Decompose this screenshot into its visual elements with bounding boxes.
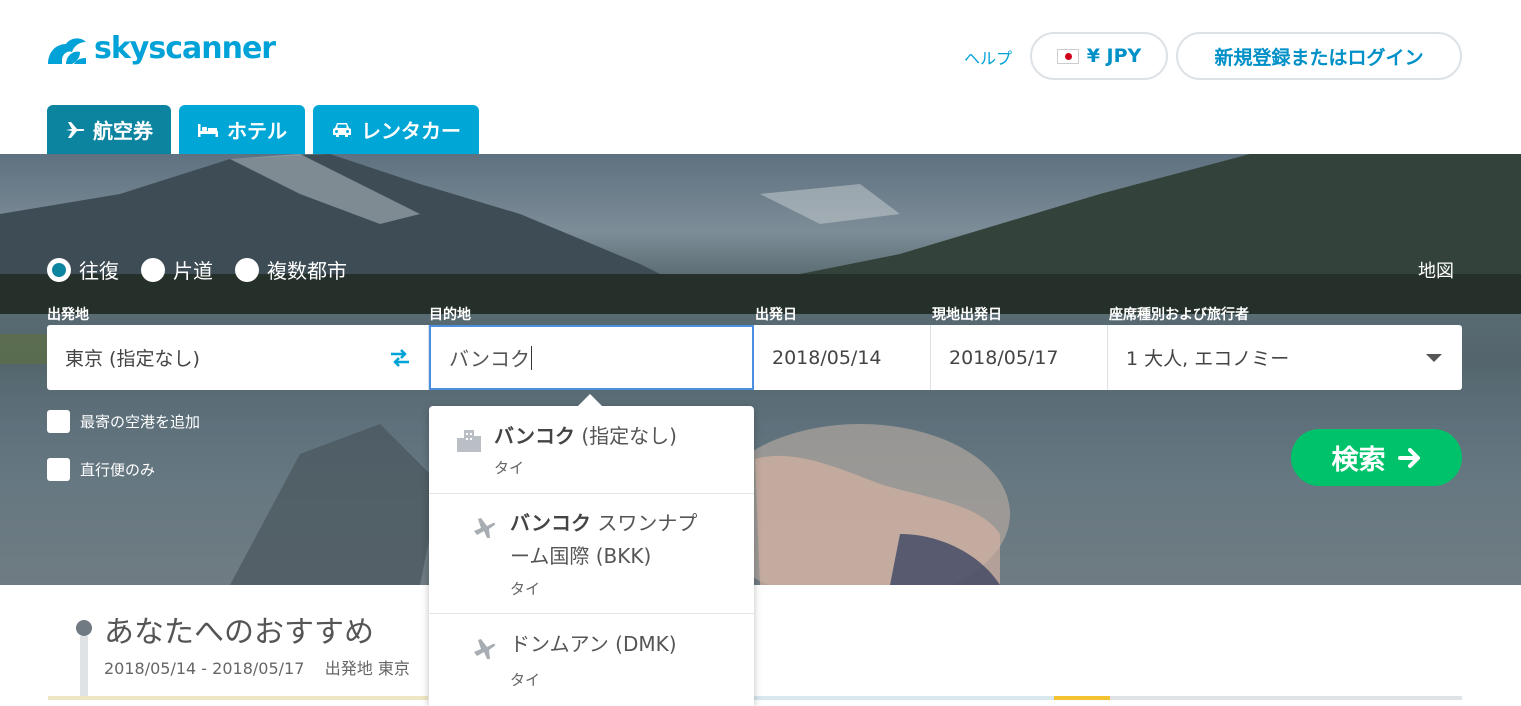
tab-label: ホテル bbox=[227, 119, 287, 143]
skyscanner-cloud-icon bbox=[48, 38, 86, 64]
plane-icon bbox=[472, 635, 498, 663]
destination-value: バンコク bbox=[449, 347, 530, 371]
checkbox-box bbox=[47, 458, 70, 481]
vertical-tabs: 航空券 ホテル レンタカー bbox=[47, 105, 479, 154]
trip-type-group: 往復 片道 複数都市 bbox=[47, 255, 347, 284]
suggestion-match: バンコク bbox=[494, 424, 575, 448]
bed-icon bbox=[197, 122, 219, 138]
destination-input[interactable]: バンコク bbox=[429, 325, 754, 390]
tab-hotels[interactable]: ホテル bbox=[179, 105, 305, 154]
cabin-value: 1 大人, エコノミー bbox=[1126, 348, 1290, 370]
card-edge bbox=[1110, 696, 1462, 700]
suggestion-name-line2: ーム国際 (BKK) bbox=[510, 544, 652, 568]
arrow-right-icon bbox=[1397, 447, 1420, 468]
nearby-airports-checkbox[interactable]: 最寄の空港を追加 bbox=[47, 410, 200, 433]
chevron-down-icon bbox=[1426, 354, 1442, 362]
suggestion-name: バンコク スワンナプ bbox=[510, 508, 697, 539]
suggestion-country: タイ bbox=[494, 459, 525, 477]
origin-input[interactable]: 東京 (指定なし) bbox=[47, 325, 429, 390]
currency-label: ¥ JPY bbox=[1086, 45, 1142, 67]
recommendations-subtitle: 2018/05/14 - 2018/05/17 出発地 東京 bbox=[104, 655, 410, 679]
city-icon bbox=[456, 428, 482, 456]
tab-car-hire[interactable]: レンタカー bbox=[313, 105, 479, 154]
search-form: 東京 (指定なし) バンコク 2018/05/14 2018/05/17 1 大… bbox=[47, 325, 1462, 390]
return-label: 現地出発日 bbox=[932, 307, 1002, 323]
suggestion-country: タイ bbox=[510, 671, 541, 689]
skyscanner-logo[interactable]: skyscanner bbox=[46, 30, 276, 66]
timeline-dot bbox=[76, 620, 92, 636]
origin-value: 東京 (指定なし) bbox=[65, 348, 200, 370]
recommend-dates: 2018/05/14 - 2018/05/17 bbox=[104, 659, 305, 678]
radio-label: 片道 bbox=[173, 259, 213, 283]
card-edge bbox=[1054, 696, 1110, 700]
plane-icon bbox=[65, 121, 85, 139]
suggestion-item[interactable]: バンコク (指定なし) タイ bbox=[429, 406, 754, 494]
recommendations-title: あなたへのおすすめ bbox=[104, 615, 374, 650]
cabin-travellers-select[interactable]: 1 大人, エコノミー bbox=[1108, 325, 1462, 390]
return-date-input[interactable]: 2018/05/17 bbox=[931, 325, 1108, 390]
japan-flag-icon bbox=[1056, 48, 1079, 64]
origin-label: 出発地 bbox=[47, 307, 89, 323]
currency-button[interactable]: ¥ JPY bbox=[1030, 32, 1168, 80]
suggestion-item[interactable]: ドンムアン (DMK) タイ bbox=[429, 614, 754, 706]
search-label: 検索 bbox=[1331, 445, 1386, 476]
card-edge bbox=[48, 696, 428, 700]
depart-value: 2018/05/14 bbox=[772, 346, 882, 369]
suggestion-match: バンコク bbox=[510, 511, 591, 535]
checkbox-label: 最寄の空港を追加 bbox=[80, 413, 201, 431]
direct-flights-checkbox[interactable]: 直行便のみ bbox=[47, 458, 155, 481]
destination-label: 目的地 bbox=[429, 307, 471, 323]
depart-date-input[interactable]: 2018/05/14 bbox=[754, 325, 931, 390]
timeline-line bbox=[80, 636, 88, 700]
swap-icon[interactable] bbox=[389, 348, 411, 373]
destination-suggestions: バンコク (指定なし) タイ バンコク スワンナプ ーム国際 (BKK) タイ … bbox=[429, 394, 754, 706]
checkbox-box bbox=[47, 410, 70, 433]
radio-label: 複数都市 bbox=[267, 259, 347, 283]
tab-flights[interactable]: 航空券 bbox=[47, 105, 171, 154]
trip-type-return[interactable]: 往復 bbox=[47, 255, 119, 284]
text-cursor bbox=[531, 345, 532, 370]
recommend-origin: 出発地 東京 bbox=[324, 659, 410, 678]
radio-label: 往復 bbox=[79, 259, 119, 283]
plane-icon bbox=[472, 514, 498, 542]
tab-label: 航空券 bbox=[93, 119, 153, 143]
suggestion-name: バンコク (指定なし) bbox=[494, 421, 677, 452]
depart-label: 出発日 bbox=[755, 307, 797, 323]
radio-unchecked-icon bbox=[141, 257, 165, 282]
suggestion-name: ドンムアン (DMK) bbox=[510, 632, 677, 656]
cabin-label: 座席種別および旅行者 bbox=[1109, 307, 1249, 323]
trip-type-multi-city[interactable]: 複数都市 bbox=[235, 255, 347, 284]
logo-wordmark: skyscanner bbox=[94, 30, 276, 66]
checkbox-label: 直行便のみ bbox=[80, 461, 156, 479]
tab-label: レンタカー bbox=[361, 119, 461, 143]
return-value: 2018/05/17 bbox=[949, 346, 1059, 369]
radio-checked-icon bbox=[47, 257, 71, 282]
trip-type-one-way[interactable]: 片道 bbox=[141, 255, 213, 284]
hero-search-panel: 往復 片道 複数都市 地図 出発地 目的地 出発日 現地出発日 座席種別および旅… bbox=[0, 154, 1521, 585]
map-link[interactable]: 地図 bbox=[1418, 257, 1454, 283]
car-icon bbox=[331, 121, 353, 139]
login-label: 新規登録またはログイン bbox=[1214, 46, 1424, 69]
login-button[interactable]: 新規登録またはログイン bbox=[1176, 32, 1462, 80]
site-header: skyscanner ヘルプ ¥ JPY 新規登録またはログイン 航空券 ホテル… bbox=[0, 0, 1521, 154]
suggestion-rest: (指定なし) bbox=[575, 424, 677, 448]
suggestion-item[interactable]: バンコク スワンナプ ーム国際 (BKK) タイ bbox=[429, 494, 754, 614]
suggestion-country: タイ bbox=[510, 580, 541, 598]
search-button[interactable]: 検索 bbox=[1291, 429, 1462, 486]
radio-unchecked-icon bbox=[235, 257, 259, 282]
card-edge bbox=[754, 696, 1054, 700]
suggestion-rest: スワンナプ bbox=[591, 511, 698, 535]
help-link[interactable]: ヘルプ bbox=[964, 45, 1012, 69]
